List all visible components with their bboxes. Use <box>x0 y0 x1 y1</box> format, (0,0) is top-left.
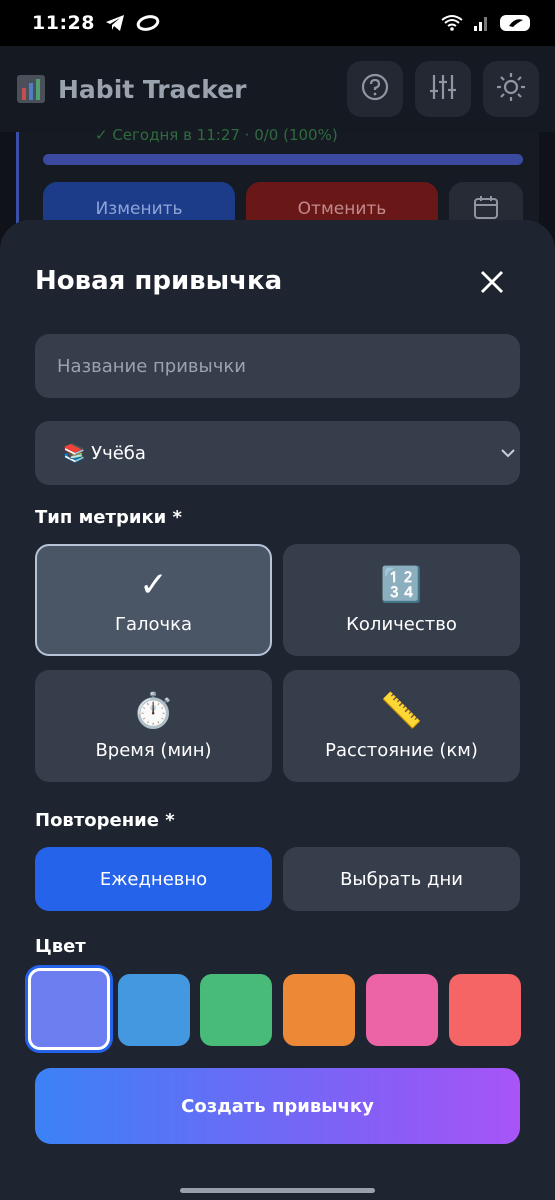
metric-label: Расстояние (км) <box>325 739 478 761</box>
chevron-down-icon <box>500 443 516 464</box>
metric-distance-option[interactable]: 📏 Расстояние (км) <box>283 670 520 782</box>
loop-icon <box>135 14 161 32</box>
ruler-icon: 📏 <box>380 690 423 731</box>
home-indicator[interactable] <box>180 1188 375 1193</box>
sun-icon <box>496 72 526 106</box>
create-habit-button[interactable]: Создать привычку <box>35 1068 520 1144</box>
wifi-icon <box>441 14 463 32</box>
signal-icon <box>473 14 489 32</box>
color-swatch-green[interactable] <box>200 974 272 1046</box>
close-button[interactable] <box>470 262 514 306</box>
color-swatch-red[interactable] <box>449 974 521 1046</box>
repeat-label: Повторение * <box>35 810 175 831</box>
stopwatch-icon: ⏱️ <box>132 690 175 731</box>
metric-type-label: Тип метрики * <box>35 507 182 528</box>
checkmark-icon: ✓ <box>139 564 168 605</box>
color-swatch-indigo[interactable] <box>28 968 110 1050</box>
habit-status-note: ✓ Сегодня в 11:27 · 0/0 (100%) <box>95 126 338 144</box>
metric-quantity-option[interactable]: 🔢 Количество <box>283 544 520 656</box>
metric-label: Галочка <box>114 613 193 635</box>
metric-label: Время (мин) <box>95 739 212 761</box>
settings-button[interactable] <box>415 61 471 117</box>
category-select[interactable]: 📚 Учёба <box>35 421 520 485</box>
color-swatch-orange[interactable] <box>283 974 355 1046</box>
close-icon <box>480 270 504 298</box>
app-name: Habit Tracker <box>58 74 247 104</box>
chart-logo-icon <box>16 74 46 104</box>
category-value: 📚 Учёба <box>63 442 146 464</box>
metric-checkmark-option[interactable]: ✓ Галочка <box>35 544 272 656</box>
habit-name-input[interactable] <box>35 334 520 398</box>
status-bar: 11:28 <box>0 0 555 46</box>
numbers-icon: 🔢 <box>380 564 423 605</box>
sliders-icon <box>428 73 458 105</box>
repeat-select-days-button[interactable]: Выбрать дни <box>283 847 520 911</box>
color-swatch-pink[interactable] <box>366 974 438 1046</box>
color-swatch-blue[interactable] <box>118 974 190 1046</box>
status-time: 11:28 <box>32 12 95 34</box>
new-habit-sheet: Новая привычка 📚 Учёба Тип метрики * ✓ Г… <box>0 220 555 1200</box>
theme-button[interactable] <box>483 61 539 117</box>
metric-label: Количество <box>346 613 457 635</box>
metric-time-option[interactable]: ⏱️ Время (мин) <box>35 670 272 782</box>
app-title: Habit Tracker <box>16 74 246 104</box>
battery-icon <box>499 13 533 33</box>
habit-progress-bar <box>43 154 523 165</box>
question-icon <box>361 73 389 105</box>
telegram-icon <box>105 14 125 32</box>
sheet-title: Новая привычка <box>35 266 283 296</box>
help-button[interactable] <box>347 61 403 117</box>
color-label: Цвет <box>35 936 86 957</box>
app-header: Habit Tracker <box>0 46 555 132</box>
repeat-daily-button[interactable]: Ежедневно <box>35 847 272 911</box>
